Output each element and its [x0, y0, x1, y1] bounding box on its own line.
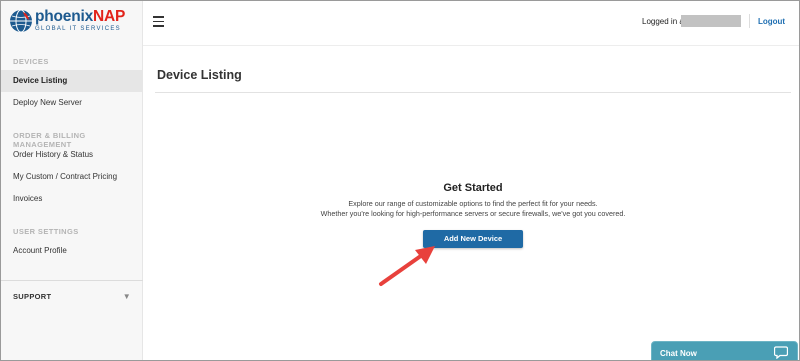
- brand-tagline: GLOBAL IT SERVICES: [35, 25, 121, 32]
- chevron-down-icon: ▼: [122, 292, 131, 301]
- description-line-1: Explore our range of customizable option…: [348, 199, 598, 208]
- page-title: Device Listing: [157, 68, 242, 82]
- support-label: SUPPORT: [13, 292, 52, 301]
- title-divider: [155, 92, 791, 93]
- sidebar: phoenixNAP GLOBAL IT SERVICES DEVICES De…: [1, 1, 143, 360]
- get-started-description: Explore our range of customizable option…: [143, 199, 799, 218]
- logout-link[interactable]: Logout: [758, 17, 785, 26]
- section-title-user-settings: USER SETTINGS: [13, 227, 79, 236]
- hamburger-icon[interactable]: [153, 16, 164, 27]
- sidebar-item-order-history[interactable]: Order History & Status: [1, 144, 143, 166]
- brand-wordmark: phoenixNAP: [35, 8, 126, 25]
- description-line-2: Whether you're looking for high-performa…: [320, 208, 626, 218]
- sidebar-divider: [1, 280, 143, 281]
- redacted-username: [681, 15, 741, 27]
- header-border: [143, 45, 799, 46]
- brand-logo[interactable]: phoenixNAP GLOBAL IT SERVICES: [9, 9, 125, 37]
- sidebar-item-device-listing[interactable]: Device Listing: [1, 70, 143, 92]
- get-started-heading: Get Started: [443, 182, 503, 194]
- chat-now-label: Chat Now: [660, 349, 697, 358]
- annotation-arrow-icon: [379, 246, 435, 286]
- section-title-devices: DEVICES: [13, 57, 49, 66]
- chat-now-widget[interactable]: Chat Now: [651, 341, 798, 360]
- chat-bubble-icon: [774, 346, 788, 359]
- sidebar-item-deploy-new-server[interactable]: Deploy New Server: [1, 92, 143, 114]
- support-menu[interactable]: SUPPORT ▼: [1, 286, 143, 308]
- app-window: phoenixNAP GLOBAL IT SERVICES DEVICES De…: [0, 0, 800, 361]
- sidebar-item-account-profile[interactable]: Account Profile: [1, 240, 143, 262]
- globe-logo-icon: [10, 9, 32, 33]
- header-divider: [749, 14, 750, 28]
- sidebar-item-invoices[interactable]: Invoices: [1, 188, 143, 210]
- sidebar-item-custom-pricing[interactable]: My Custom / Contract Pricing: [1, 166, 143, 188]
